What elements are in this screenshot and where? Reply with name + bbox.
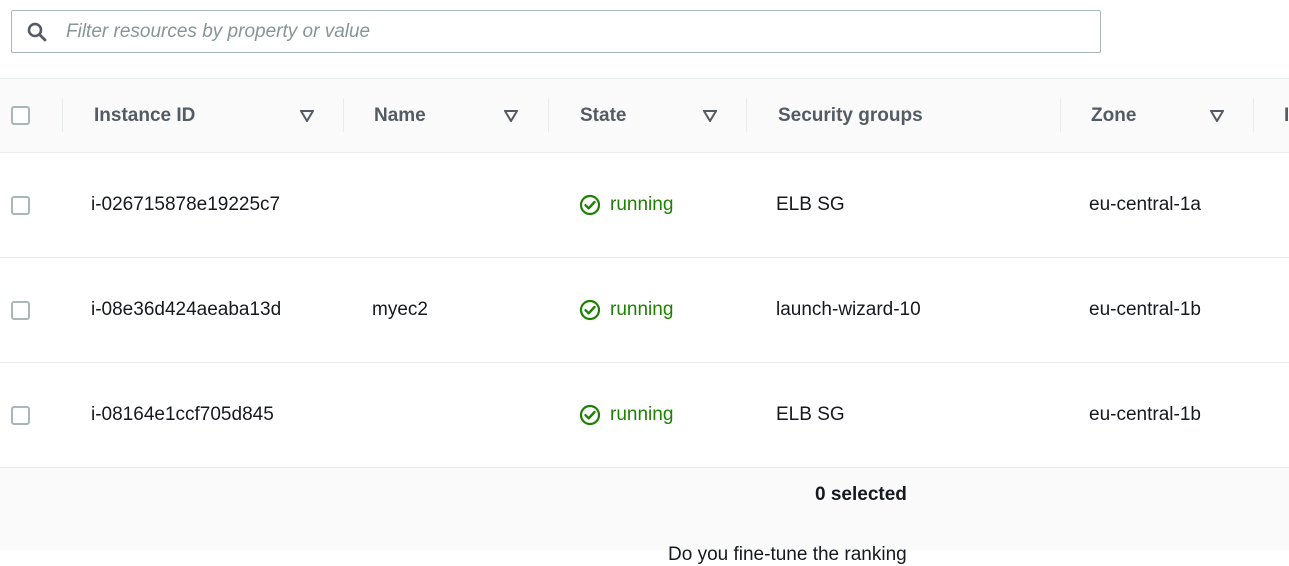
zone-cell: eu-central-1b bbox=[1089, 299, 1201, 320]
status-running-icon bbox=[579, 404, 601, 426]
state-cell: running bbox=[579, 363, 673, 467]
search-box[interactable] bbox=[11, 10, 1101, 53]
row-checkbox-cell[interactable] bbox=[11, 258, 30, 362]
status-running-icon bbox=[579, 299, 601, 321]
row-checkbox[interactable] bbox=[11, 195, 30, 215]
state-cell: running bbox=[579, 153, 673, 257]
column-divider[interactable] bbox=[1253, 98, 1254, 132]
column-divider[interactable] bbox=[62, 98, 63, 132]
select-all-checkbox[interactable] bbox=[11, 106, 30, 125]
table-row[interactable]: i-026715878e19225c7 running ELB SG eu-ce… bbox=[0, 153, 1289, 258]
state-label: running bbox=[610, 404, 674, 425]
column-header-name[interactable]: Name bbox=[374, 79, 426, 152]
state-label: running bbox=[610, 194, 674, 215]
row-checkbox[interactable] bbox=[11, 300, 30, 320]
status-running-icon bbox=[579, 194, 601, 216]
security-groups-cell[interactable]: launch-wizard-10 bbox=[776, 258, 921, 362]
sort-down-icon[interactable] bbox=[504, 79, 518, 152]
sort-down-icon[interactable] bbox=[1210, 79, 1224, 152]
sort-down-icon[interactable] bbox=[703, 79, 717, 152]
state-label: running bbox=[610, 299, 674, 320]
column-header-state[interactable]: State bbox=[580, 79, 626, 152]
instance-id-cell[interactable]: i-08164e1ccf705d845 bbox=[91, 363, 274, 467]
zone-cell: eu-central-1b bbox=[1089, 404, 1201, 425]
instances-table: Instance ID Name State Security groups Z… bbox=[0, 78, 1289, 468]
feedback-text: Do you fine-tune the ranking bbox=[668, 544, 907, 565]
row-checkbox-cell[interactable] bbox=[11, 153, 30, 257]
instance-id-cell[interactable]: i-026715878e19225c7 bbox=[91, 153, 280, 257]
row-checkbox-cell[interactable] bbox=[11, 363, 30, 467]
column-divider[interactable] bbox=[343, 98, 344, 132]
table-row[interactable]: i-08e36d424aeaba13d myec2 running launch… bbox=[0, 258, 1289, 363]
state-cell: running bbox=[579, 258, 673, 362]
zone-cell: eu-central-1a bbox=[1089, 194, 1201, 215]
table-footer: 0 selected Do you fine-tune the ranking bbox=[0, 468, 1289, 565]
column-header-instance-id[interactable]: Instance ID bbox=[94, 79, 195, 152]
table-row[interactable]: i-08164e1ccf705d845 running ELB SG eu-ce… bbox=[0, 363, 1289, 468]
search-icon bbox=[27, 21, 49, 43]
column-divider[interactable] bbox=[746, 98, 747, 132]
column-header-security-groups[interactable]: Security groups bbox=[778, 79, 923, 152]
table-header: Instance ID Name State Security groups Z… bbox=[0, 78, 1289, 153]
row-checkbox[interactable] bbox=[11, 405, 30, 425]
column-divider[interactable] bbox=[1060, 98, 1061, 132]
column-header-zone[interactable]: Zone bbox=[1091, 79, 1136, 152]
selection-count: 0 selected bbox=[815, 484, 907, 505]
select-all-checkbox-cell[interactable] bbox=[11, 79, 30, 152]
search-input[interactable] bbox=[64, 19, 1100, 44]
column-header-truncated[interactable]: I bbox=[1284, 79, 1289, 152]
security-groups-cell[interactable]: ELB SG bbox=[776, 153, 845, 257]
security-groups-cell[interactable]: ELB SG bbox=[776, 363, 845, 467]
column-divider[interactable] bbox=[548, 98, 549, 132]
sort-down-icon[interactable] bbox=[300, 79, 314, 152]
name-cell: myec2 bbox=[372, 299, 428, 320]
instance-id-cell[interactable]: i-08e36d424aeaba13d bbox=[91, 258, 281, 362]
